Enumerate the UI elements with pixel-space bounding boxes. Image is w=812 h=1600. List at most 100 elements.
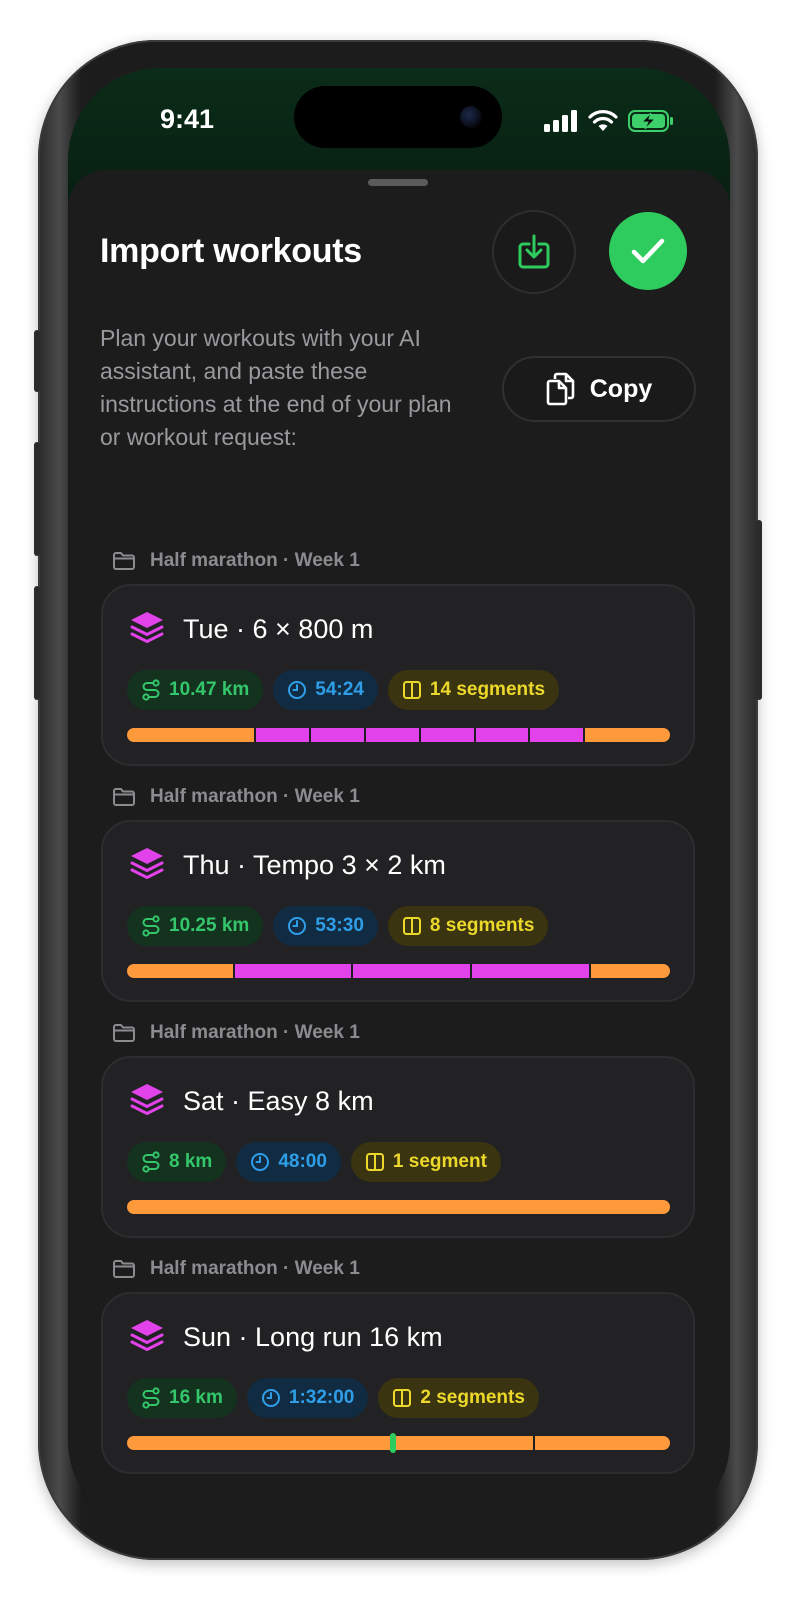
group-label: Half marathon · Week 1	[112, 1258, 360, 1280]
screen: 9:41 Import workouts Plan your workouts …	[68, 68, 730, 1532]
segments-chip: 2 segments	[378, 1378, 539, 1418]
workout-chips: 8 km 48:00 1 segment	[127, 1142, 501, 1182]
segment-orange	[532, 1436, 670, 1450]
group-label-text: Half marathon · Week 1	[150, 550, 360, 571]
distance-value: 16 km	[169, 1387, 223, 1408]
segment-orange	[127, 1200, 670, 1214]
duration-chip: 54:24	[273, 670, 378, 710]
columns-icon	[402, 681, 421, 699]
group-label: Half marathon · Week 1	[112, 550, 360, 572]
camera-icon	[460, 106, 482, 128]
segments-value: 14 segments	[429, 679, 546, 700]
segment-pink	[232, 964, 352, 978]
segment-pink	[528, 728, 584, 742]
duration-value: 1:32:00	[288, 1387, 355, 1408]
workout-title: Tue · 6 × 800 m	[183, 613, 374, 644]
segments-chip: 8 segments	[387, 906, 549, 946]
columns-icon	[393, 1389, 412, 1407]
group-label-text: Half marathon · Week 1	[150, 1258, 360, 1279]
segment-bar	[127, 728, 670, 742]
workout-header: Sat · Easy 8 km	[129, 1082, 374, 1120]
tray-download-icon	[518, 234, 550, 269]
confirm-button[interactable]	[609, 212, 687, 290]
duration-value: 53:30	[315, 915, 364, 936]
duration-value: 54:24	[315, 679, 364, 700]
distance-chip: 16 km	[127, 1378, 237, 1418]
workout-header: Thu · Tempo 3 × 2 km	[129, 846, 446, 884]
checkmark-icon	[631, 238, 665, 264]
workout-card[interactable]: Sun · Long run 16 km 16 km 1:32:00 2 seg…	[101, 1292, 695, 1474]
segment-pink	[363, 728, 419, 742]
workout-card[interactable]: Sat · Easy 8 km 8 km 48:00 1 segment	[101, 1056, 695, 1238]
status-icons	[544, 110, 674, 132]
workout-chips: 16 km 1:32:00 2 segments	[127, 1378, 539, 1418]
segment-pink	[351, 964, 470, 978]
segment-orange	[127, 964, 233, 978]
action-button	[34, 330, 40, 392]
route-icon	[142, 679, 160, 701]
segment-pink	[473, 728, 529, 742]
group-label: Half marathon · Week 1	[112, 786, 360, 808]
clock-icon	[251, 1153, 270, 1171]
workout-chips: 10.47 km 54:24 14 segments	[127, 670, 560, 710]
segment-bar	[127, 964, 670, 978]
group-label-text: Half marathon · Week 1	[150, 1022, 360, 1043]
segment-orange	[127, 728, 254, 742]
segment-pink	[470, 964, 589, 978]
volume-up-button	[34, 442, 40, 556]
dynamic-island	[294, 86, 502, 148]
distance-value: 10.47 km	[169, 679, 250, 700]
distance-chip: 8 km	[127, 1142, 227, 1182]
segment-pink	[308, 728, 364, 742]
clock-icon	[261, 1389, 280, 1407]
distance-value: 8 km	[169, 1151, 213, 1172]
duration-chip: 48:00	[236, 1142, 341, 1182]
sheet-grabber[interactable]	[368, 179, 428, 186]
power-button	[756, 520, 762, 700]
folder-icon	[113, 1260, 135, 1278]
route-icon	[142, 915, 160, 937]
wifi-icon	[588, 110, 618, 131]
import-button[interactable]	[492, 210, 576, 294]
workout-title: Thu · Tempo 3 × 2 km	[183, 849, 446, 880]
import-sheet: Import workouts Plan your workouts with …	[68, 170, 730, 1532]
segments-value: 2 segments	[420, 1387, 525, 1408]
documents-icon	[546, 372, 575, 406]
segments-chip: 1 segment	[350, 1142, 501, 1182]
copy-button[interactable]: Copy	[502, 356, 696, 422]
page-title: Import workouts	[100, 232, 362, 270]
clock-icon	[288, 917, 307, 935]
progress-marker	[390, 1433, 397, 1453]
layers-icon	[130, 612, 164, 643]
segment-bar	[127, 1200, 670, 1214]
volume-down-button	[34, 586, 40, 700]
folder-icon	[113, 1024, 135, 1042]
segment-orange	[583, 728, 670, 742]
duration-chip: 1:32:00	[246, 1378, 369, 1418]
distance-chip: 10.25 km	[127, 906, 264, 946]
workout-header: Sun · Long run 16 km	[129, 1318, 443, 1356]
route-icon	[142, 1151, 160, 1173]
segments-chip: 14 segments	[387, 670, 560, 710]
instructions-text: Plan your workouts with your AI assistan…	[100, 325, 452, 450]
group-label: Half marathon · Week 1	[112, 1022, 360, 1044]
segment-orange	[588, 964, 670, 978]
segment-pink	[253, 728, 309, 742]
segment-orange	[127, 1436, 533, 1450]
workout-card[interactable]: Thu · Tempo 3 × 2 km 10.25 km 53:30 8 se…	[101, 820, 695, 1002]
clock-icon	[288, 681, 307, 699]
route-icon	[142, 1387, 160, 1409]
distance-chip: 10.47 km	[127, 670, 264, 710]
layers-icon	[130, 1320, 164, 1351]
battery-charging-icon	[628, 110, 673, 132]
layers-icon	[130, 848, 164, 879]
folder-icon	[113, 788, 135, 806]
distance-value: 10.25 km	[169, 915, 250, 936]
layers-icon	[130, 1084, 164, 1115]
workout-chips: 10.25 km 53:30 8 segments	[127, 906, 549, 946]
group-label-text: Half marathon · Week 1	[150, 786, 360, 807]
workout-card[interactable]: Tue · 6 × 800 m 10.47 km 54:24 14 segmen…	[101, 584, 695, 766]
copy-label: Copy	[589, 374, 653, 403]
signal-icon	[544, 110, 577, 132]
status-time: 9:41	[160, 104, 215, 134]
